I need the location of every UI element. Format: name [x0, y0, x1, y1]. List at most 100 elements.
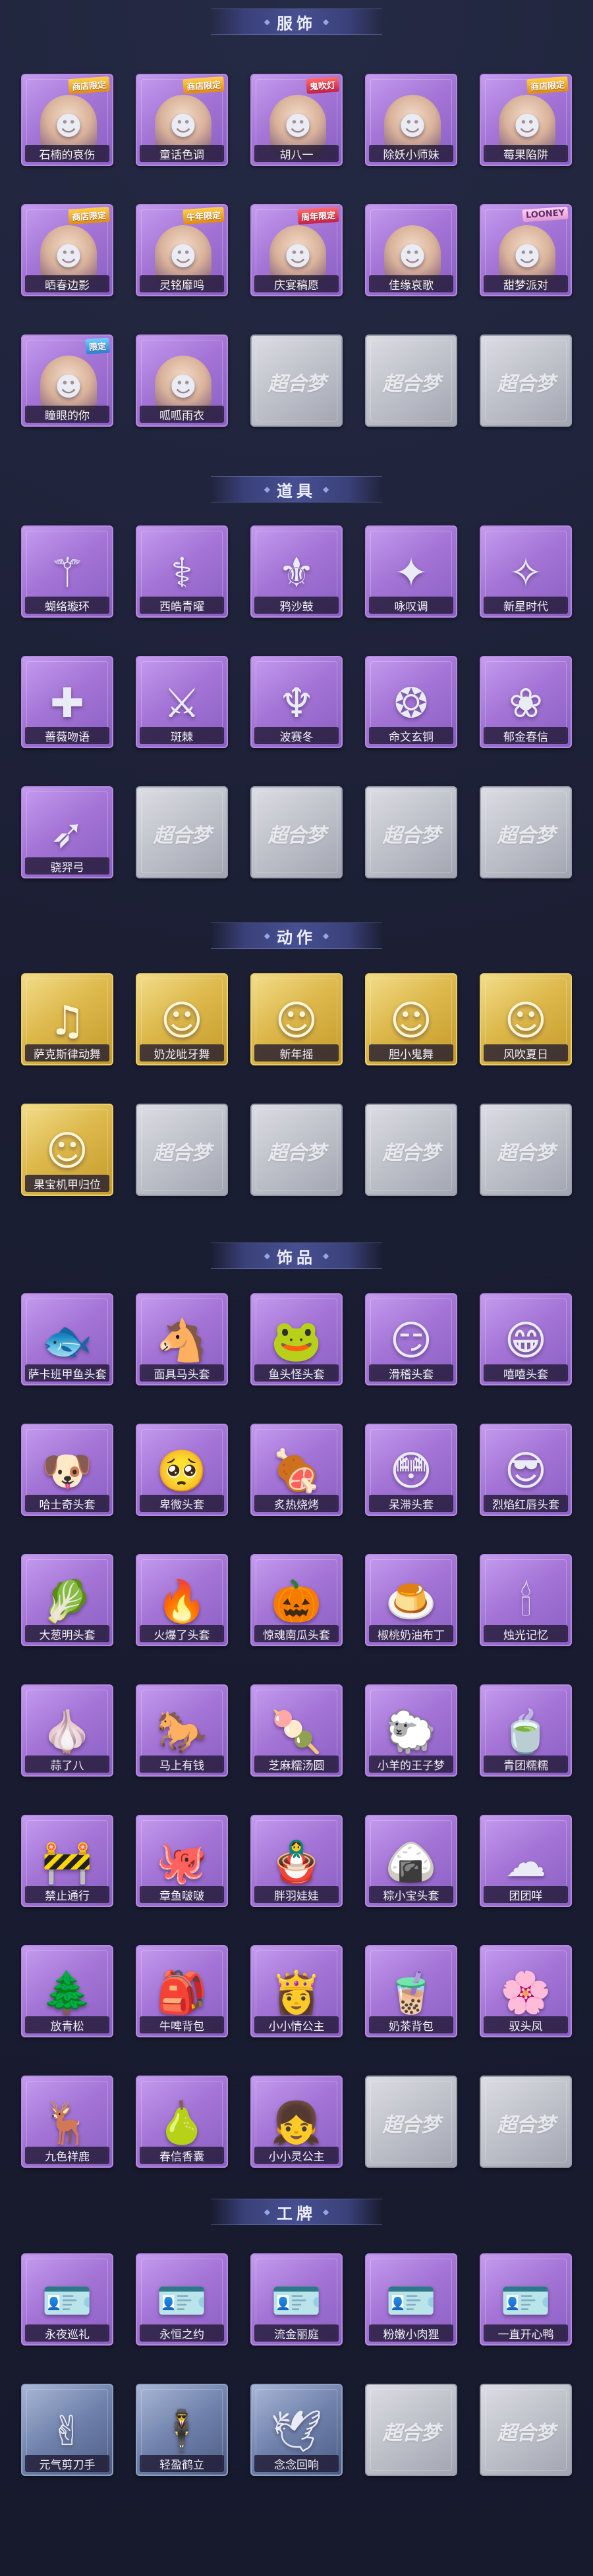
- item-card[interactable]: 😳 呆滞头套: [365, 1424, 457, 1522]
- watermark-logo: 超合梦: [497, 2422, 555, 2445]
- item-card[interactable]: ✚ 蔷薇吻语: [21, 656, 113, 755]
- item-label: 章鱼啵啵: [140, 1886, 224, 1903]
- item-card[interactable]: 🕯 烛光记忆: [480, 1554, 572, 1653]
- item-card[interactable]: ✌ 元气剪刀手: [21, 2384, 113, 2482]
- locked-tile: 超合梦: [480, 335, 572, 427]
- item-card[interactable]: 🐴 面具马头套: [136, 1293, 228, 1392]
- item-card[interactable]: 🍐 春信香囊: [136, 2076, 228, 2174]
- item-card[interactable]: ⚜ 鸦沙鼓: [250, 525, 343, 624]
- item-card[interactable]: 🥺 卑微头套: [136, 1424, 228, 1522]
- item-card[interactable]: 🎒 牛啤背包: [136, 1945, 228, 2044]
- item-card[interactable]: 🍙 粽小宝头套: [365, 1815, 457, 1914]
- item-card[interactable]: ☻ 佳缘哀歌: [365, 204, 457, 303]
- item-card[interactable]: 🌲 放青松: [21, 1945, 113, 2044]
- item-card[interactable]: ☺ 风吹夏日: [480, 973, 572, 1072]
- item-card[interactable]: ☻ 商店限定 石楠的哀伤: [21, 74, 113, 173]
- item-card[interactable]: 🎃 惊魂南瓜头套: [250, 1554, 343, 1653]
- item-card[interactable]: 😏 滑稽头套: [365, 1293, 457, 1392]
- item-card[interactable]: ❂ 命文玄铜: [365, 656, 457, 755]
- item-card[interactable]: ☻ 商店限定 童话色调: [136, 74, 228, 173]
- item-card[interactable]: 🍮 椒桃奶油布丁: [365, 1554, 457, 1653]
- section-title: 动作: [277, 928, 316, 947]
- medkit-icon: ✚: [50, 679, 84, 727]
- locked-tile: 超合梦: [136, 1104, 228, 1196]
- item-card[interactable]: 🥬 大葱明头套: [21, 1554, 113, 1653]
- item-card[interactable]: ✧ 新星时代: [480, 525, 572, 624]
- item-tile: ❀ 郁金春信: [480, 656, 572, 748]
- watermark-logo: 超合梦: [382, 2114, 441, 2137]
- item-label: 念念回响: [254, 2455, 339, 2472]
- item-card[interactable]: ☻ 商店限定 莓果陷阱: [480, 74, 572, 173]
- item-card[interactable]: 🪪 粉嫩小肉狸: [365, 2253, 457, 2352]
- item-card[interactable]: ☻ 商店限定 晒春边影: [21, 204, 113, 303]
- item-label: 新年摇: [254, 1044, 339, 1061]
- item-card[interactable]: ❀ 郁金春信: [480, 656, 572, 755]
- item-card[interactable]: 🐑 小羊的王子梦: [365, 1684, 457, 1783]
- item-card[interactable]: ☁ 团团咩: [480, 1815, 572, 1914]
- item-card[interactable]: 🔥 火爆了头套: [136, 1554, 228, 1653]
- item-card[interactable]: ☻ 鬼吹灯 胡八一: [250, 74, 343, 173]
- item-card[interactable]: ☺ 新年摇: [250, 973, 343, 1072]
- item-card[interactable]: 😎 烈焰红唇头套: [480, 1424, 572, 1522]
- item-card[interactable]: 🕴 轻盈鹤立: [136, 2384, 228, 2482]
- item-card[interactable]: ☻ 呱呱雨衣: [136, 335, 228, 433]
- item-card[interactable]: 🍵 青团糯糯: [480, 1684, 572, 1783]
- item-card[interactable]: ✦ 咏叹调: [365, 525, 457, 624]
- item-card[interactable]: ☺ 奶龙呲牙舞: [136, 973, 228, 1072]
- item-card[interactable]: 🪆 胖羽娃娃: [250, 1815, 343, 1914]
- item-card[interactable]: 🐎 马上有钱: [136, 1684, 228, 1783]
- item-card[interactable]: ☻ 周年限定 庆宴稿愿: [250, 204, 343, 303]
- item-label: 鸦沙鼓: [254, 597, 339, 614]
- item-card[interactable]: ⚕ 西皓青曜: [136, 525, 228, 624]
- locked-slot: 超合梦: [365, 2384, 457, 2482]
- item-card[interactable]: 🪪 永夜巡礼: [21, 2253, 113, 2352]
- item-card[interactable]: ☻ LOONEY 甜梦派对: [480, 204, 572, 303]
- item-card[interactable]: 🍡 芝麻糯汤圆: [250, 1684, 343, 1783]
- item-tile: 🦌 九色祥鹿: [21, 2076, 113, 2168]
- item-card[interactable]: 🪪 一直开心鸭: [480, 2253, 572, 2352]
- item-card[interactable]: 🧋 奶茶背包: [365, 1945, 457, 2044]
- item-card[interactable]: 🕊 念念回响: [250, 2384, 343, 2482]
- item-card[interactable]: ☻ 除妖小师妹: [365, 74, 457, 173]
- item-card[interactable]: ♆ 波赛冬: [250, 656, 343, 755]
- item-card[interactable]: 👸 小小情公主: [250, 1945, 343, 2044]
- item-label: 嘻嘻头套: [484, 1364, 568, 1382]
- item-card[interactable]: 🐶 哈士奇头套: [21, 1424, 113, 1522]
- item-label: 萨克斯律动舞: [25, 1044, 109, 1061]
- item-card[interactable]: 🐙 章鱼啵啵: [136, 1815, 228, 1914]
- item-card[interactable]: ⚚ 蝴络璇环: [21, 525, 113, 624]
- item-card[interactable]: 🐟 萨卡班甲鱼头套: [21, 1293, 113, 1392]
- item-label: 烈焰红唇头套: [484, 1495, 568, 1512]
- item-card[interactable]: 🦌 九色祥鹿: [21, 2076, 113, 2174]
- item-card[interactable]: 🧄 蒜了八: [21, 1684, 113, 1783]
- item-card[interactable]: 👧 小小灵公主: [250, 2076, 343, 2174]
- item-card[interactable]: 😁 嘻嘻头套: [480, 1293, 572, 1392]
- locked-tile: 超合梦: [365, 2384, 457, 2476]
- item-card[interactable]: ⚔ 斑棘: [136, 656, 228, 755]
- watermark-logo: 超合梦: [497, 1142, 555, 1165]
- item-card[interactable]: 🪪 永恒之约: [136, 2253, 228, 2352]
- item-label: 小羊的王子梦: [369, 1756, 453, 1773]
- item-label: 奶龙呲牙舞: [140, 1044, 224, 1061]
- item-card[interactable]: 🌸 驭头凤: [480, 1945, 572, 2044]
- item-card[interactable]: ☺ 果宝机甲归位: [21, 1104, 113, 1202]
- item-card[interactable]: 🐸 鱼头怪头套: [250, 1293, 343, 1392]
- item-card[interactable]: 🍖 炙热烧烤: [250, 1424, 343, 1522]
- locked-slot: 超合梦: [365, 335, 457, 433]
- watermark-logo: 超合梦: [382, 373, 441, 396]
- limited-badge: 牛年限定: [183, 206, 225, 225]
- item-card[interactable]: ➶ 骁羿弓: [21, 786, 113, 885]
- item-card[interactable]: ☻ 限定 瞳眼的你: [21, 335, 113, 433]
- item-card[interactable]: ☻ 牛年限定 灵铭靡鸣: [136, 204, 228, 303]
- section-header-emotes: ◆ 动作 ◆: [0, 919, 593, 952]
- item-label: 胖羽娃娃: [254, 1886, 339, 1903]
- item-label: 一直开心鸭: [484, 2324, 568, 2342]
- watermark-logo: 超合梦: [268, 824, 326, 847]
- item-card[interactable]: ☺ 胆小鬼舞: [365, 973, 457, 1072]
- item-card[interactable]: 🪪 流金丽庭: [250, 2253, 343, 2352]
- item-card[interactable]: 🚧 禁止通行: [21, 1815, 113, 1914]
- fish-head-icon: 🐸: [271, 1316, 322, 1364]
- item-card[interactable]: ♫ 萨克斯律动舞: [21, 973, 113, 1072]
- emote-grid: ♫ 萨克斯律动舞 ☺ 奶龙呲牙舞 ☺ 新年摇 ☺ 胆小鬼舞 ☺ 风吹夏日 ☺ 果宝机甲归位 超合梦 超合梦…: [21, 973, 572, 1202]
- princess-icon: 👸: [271, 1968, 322, 2016]
